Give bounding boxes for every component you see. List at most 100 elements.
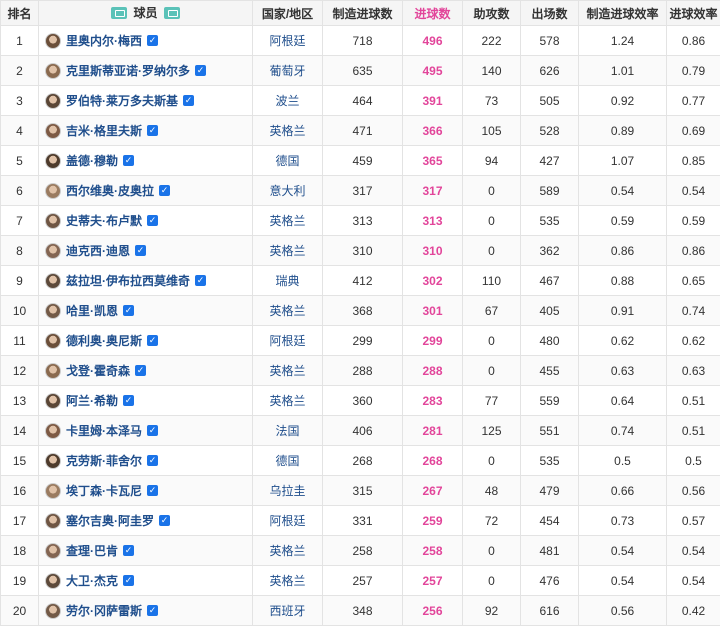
goals-cell: 313	[403, 206, 463, 236]
country-link[interactable]: 英格兰	[253, 536, 323, 566]
header-contrib[interactable]: 制造进球数	[323, 1, 403, 26]
player-avatar[interactable]	[45, 453, 61, 469]
apps-cell: 559	[521, 386, 579, 416]
player-avatar[interactable]	[45, 513, 61, 529]
player-name-link[interactable]: 德利奥·奥尼斯	[66, 332, 142, 349]
player-name-link[interactable]: 迪克西·迪恩	[66, 242, 130, 259]
player-name-link[interactable]: 戈登·霍奇森	[66, 362, 130, 379]
player-avatar[interactable]	[45, 363, 61, 379]
country-link[interactable]: 意大利	[253, 176, 323, 206]
player-avatar[interactable]	[45, 123, 61, 139]
table-row: 11德利奥·奥尼斯✓阿根廷29929904800.620.62	[1, 326, 720, 356]
rank-cell: 2	[1, 56, 39, 86]
contrib-cell: 406	[323, 416, 403, 446]
check-icon: ✓	[159, 515, 170, 526]
apps-cell: 481	[521, 536, 579, 566]
player-name-link[interactable]: 吉米·格里夫斯	[66, 122, 142, 139]
header-rank[interactable]: 排名	[1, 1, 39, 26]
header-goals[interactable]: 进球数	[403, 1, 463, 26]
table-icon[interactable]	[164, 7, 180, 19]
header-assists[interactable]: 助攻数	[463, 1, 521, 26]
table-icon[interactable]	[111, 7, 127, 19]
header-player[interactable]: 球员	[39, 1, 253, 26]
assists-cell: 92	[463, 596, 521, 626]
player-avatar[interactable]	[45, 333, 61, 349]
table-row: 4吉米·格里夫斯✓英格兰4713661055280.890.69	[1, 116, 720, 146]
player-name-link[interactable]: 罗伯特·莱万多夫斯基	[66, 92, 178, 109]
contrib-cell: 368	[323, 296, 403, 326]
player-name-link[interactable]: 克劳斯·菲舍尔	[66, 452, 142, 469]
table-row: 5盖德·穆勒✓德国459365944271.070.85	[1, 146, 720, 176]
player-avatar[interactable]	[45, 243, 61, 259]
rank-cell: 7	[1, 206, 39, 236]
country-link[interactable]: 葡萄牙	[253, 56, 323, 86]
player-name-link[interactable]: 阿兰·希勒	[66, 392, 118, 409]
player-name-link[interactable]: 兹拉坦·伊布拉西莫维奇	[66, 272, 190, 289]
goals-cell: 310	[403, 236, 463, 266]
assists-cell: 125	[463, 416, 521, 446]
player-avatar[interactable]	[45, 63, 61, 79]
apps-cell: 578	[521, 26, 579, 56]
country-link[interactable]: 阿根廷	[253, 326, 323, 356]
player-name-link[interactable]: 劳尔·冈萨雷斯	[66, 602, 142, 619]
contrib-eff-cell: 0.63	[579, 356, 667, 386]
country-link[interactable]: 西班牙	[253, 596, 323, 626]
player-name-link[interactable]: 盖德·穆勒	[66, 152, 118, 169]
player-avatar[interactable]	[45, 303, 61, 319]
country-link[interactable]: 英格兰	[253, 356, 323, 386]
country-link[interactable]: 英格兰	[253, 386, 323, 416]
contrib-cell: 315	[323, 476, 403, 506]
contrib-cell: 268	[323, 446, 403, 476]
player-name-link[interactable]: 史蒂夫·布卢默	[66, 212, 142, 229]
goal-eff-cell: 0.51	[667, 386, 720, 416]
country-link[interactable]: 德国	[253, 146, 323, 176]
player-name-link[interactable]: 里奥内尔·梅西	[66, 32, 142, 49]
contrib-eff-cell: 1.01	[579, 56, 667, 86]
country-link[interactable]: 英格兰	[253, 206, 323, 236]
country-link[interactable]: 阿根廷	[253, 506, 323, 536]
player-name-link[interactable]: 西尔维奥·皮奥拉	[66, 182, 154, 199]
player-name-link[interactable]: 克里斯蒂亚诺·罗纳尔多	[66, 62, 190, 79]
player-avatar[interactable]	[45, 573, 61, 589]
header-goal-eff[interactable]: 进球效率	[667, 1, 720, 26]
check-icon: ✓	[135, 365, 146, 376]
player-avatar[interactable]	[45, 273, 61, 289]
goal-eff-cell: 0.42	[667, 596, 720, 626]
player-avatar[interactable]	[45, 603, 61, 619]
player-name-link[interactable]: 卡里姆·本泽马	[66, 422, 142, 439]
player-name-link[interactable]: 塞尔吉奥·阿圭罗	[66, 512, 154, 529]
player-avatar[interactable]	[45, 213, 61, 229]
player-name-link[interactable]: 哈里·凯恩	[66, 302, 118, 319]
player-name-link[interactable]: 埃丁森·卡瓦尼	[66, 482, 142, 499]
player-avatar[interactable]	[45, 33, 61, 49]
player-avatar[interactable]	[45, 93, 61, 109]
country-link[interactable]: 英格兰	[253, 236, 323, 266]
goal-eff-cell: 0.74	[667, 296, 720, 326]
player-avatar[interactable]	[45, 153, 61, 169]
country-link[interactable]: 瑞典	[253, 266, 323, 296]
rank-cell: 18	[1, 536, 39, 566]
country-link[interactable]: 英格兰	[253, 296, 323, 326]
country-link[interactable]: 法国	[253, 416, 323, 446]
header-contrib-eff[interactable]: 制造进球效率	[579, 1, 667, 26]
country-link[interactable]: 波兰	[253, 86, 323, 116]
player-avatar[interactable]	[45, 423, 61, 439]
player-avatar[interactable]	[45, 393, 61, 409]
country-link[interactable]: 阿根廷	[253, 26, 323, 56]
contrib-cell: 299	[323, 326, 403, 356]
player-avatar[interactable]	[45, 183, 61, 199]
country-link[interactable]: 英格兰	[253, 566, 323, 596]
check-icon: ✓	[147, 605, 158, 616]
player-name-link[interactable]: 查理·巴肯	[66, 542, 118, 559]
player-avatar[interactable]	[45, 483, 61, 499]
country-link[interactable]: 英格兰	[253, 116, 323, 146]
player-avatar[interactable]	[45, 543, 61, 559]
player-name-link[interactable]: 大卫·杰克	[66, 572, 118, 589]
apps-cell: 535	[521, 206, 579, 236]
header-apps[interactable]: 出场数	[521, 1, 579, 26]
assists-cell: 94	[463, 146, 521, 176]
header-country[interactable]: 国家/地区	[253, 1, 323, 26]
country-link[interactable]: 德国	[253, 446, 323, 476]
country-link[interactable]: 乌拉圭	[253, 476, 323, 506]
contrib-cell: 459	[323, 146, 403, 176]
